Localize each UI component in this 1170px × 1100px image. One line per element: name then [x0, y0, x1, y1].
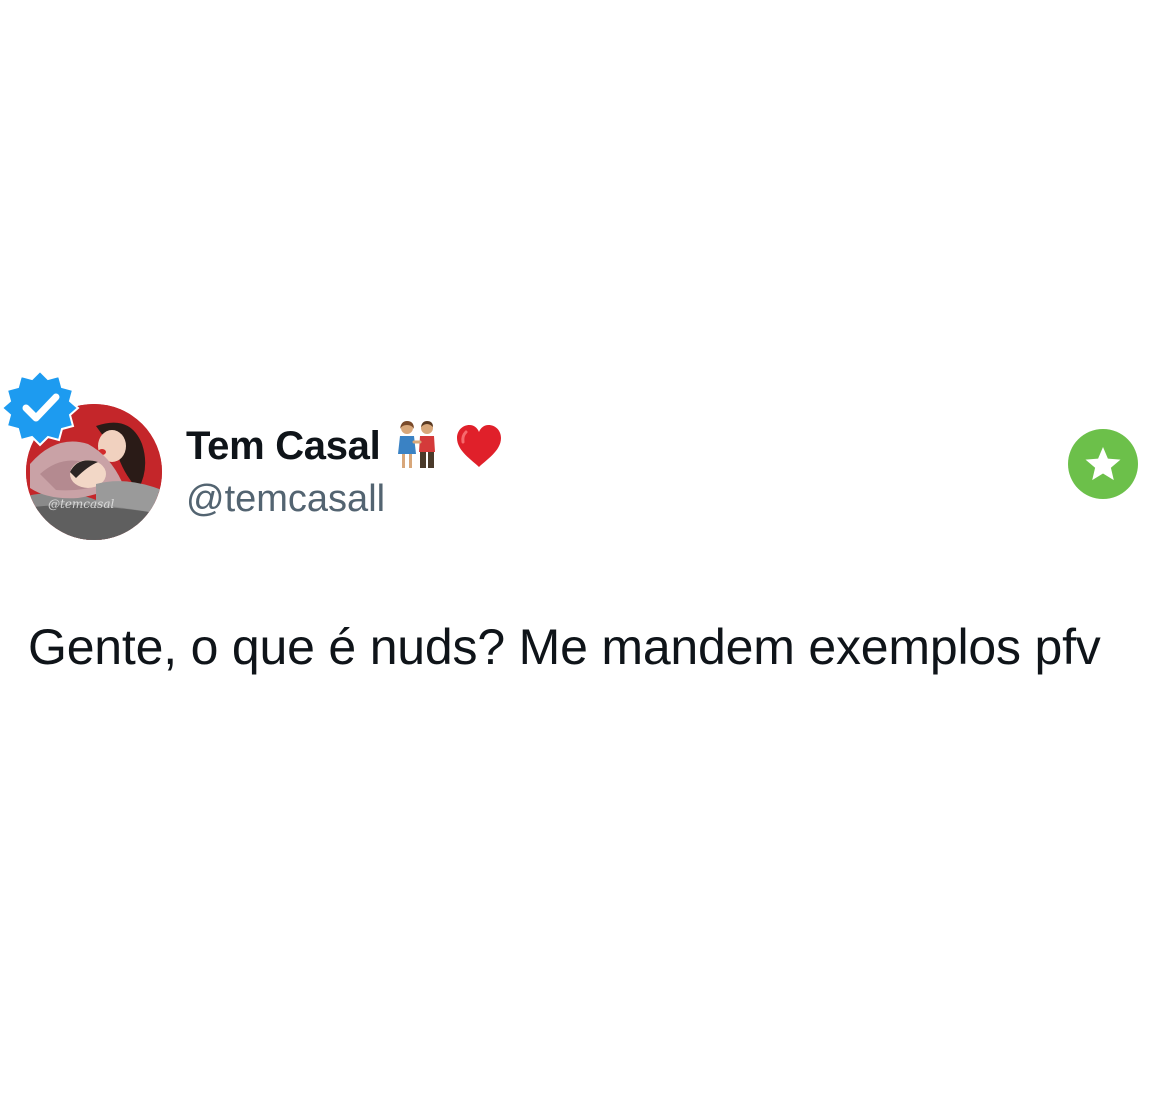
favorite-star-button[interactable] [1068, 429, 1138, 499]
red-heart-icon [454, 423, 504, 469]
author-avatar-group[interactable]: @temcasal [0, 369, 162, 540]
tweet-card: @temcasal Tem Casal @temcasall Gente, o … [0, 0, 1170, 1100]
couple-holding-hands-icon [394, 420, 440, 472]
verified-badge-icon [0, 369, 80, 447]
tweet-text: Gente, o que é nuds? Me mandem exemplos … [28, 619, 1101, 675]
star-icon [1085, 447, 1121, 481]
display-name[interactable]: Tem Casal [186, 424, 381, 469]
avatar-watermark: @temcasal [48, 497, 114, 511]
author-handle[interactable]: @temcasall [186, 478, 385, 521]
display-name-row: Tem Casal [186, 414, 504, 478]
